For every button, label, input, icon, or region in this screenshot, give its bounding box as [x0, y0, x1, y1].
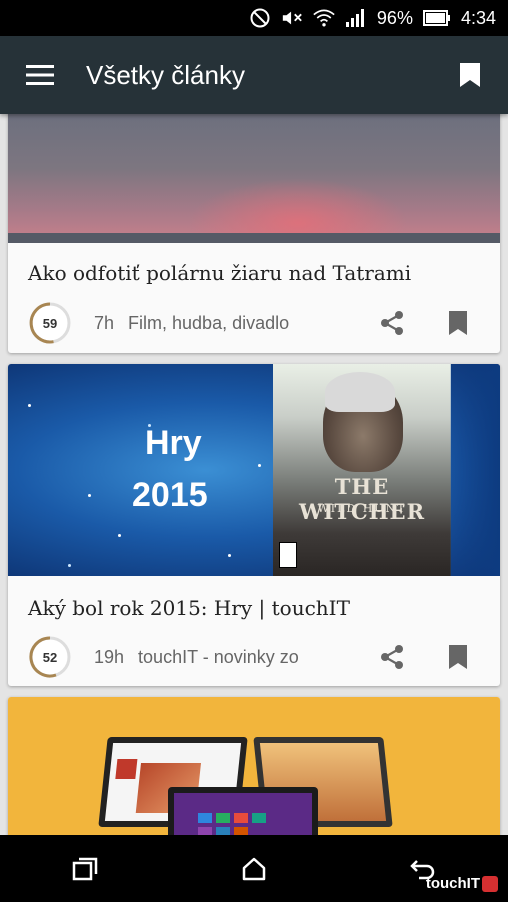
- article-image: [8, 114, 500, 243]
- home-button[interactable]: [224, 844, 284, 894]
- page-title: Všetky články: [86, 59, 245, 90]
- bookmark-icon: [449, 311, 467, 335]
- wifi-icon: [313, 7, 335, 29]
- watermark-logo-icon: [482, 875, 498, 892]
- mute-icon: [281, 7, 303, 29]
- bookmark-button[interactable]: [436, 301, 480, 345]
- image-text-2015: 2015: [132, 476, 208, 514]
- article-time: 19h: [94, 646, 125, 667]
- rating-badge-icon: [279, 542, 297, 568]
- hamburger-menu-icon: [26, 65, 54, 85]
- battery-percent: 96%: [376, 7, 413, 28]
- cover-subtitle: WILD HUNT: [317, 502, 407, 515]
- bookmark-button[interactable]: [436, 635, 480, 679]
- system-nav-bar: touchIT: [0, 835, 508, 902]
- share-icon: [381, 311, 403, 335]
- score-badge: 52: [28, 635, 72, 679]
- recent-apps-button[interactable]: [55, 844, 115, 894]
- status-bar: 96% 4:34: [0, 0, 508, 36]
- image-text-hry: Hry: [145, 424, 202, 462]
- article-image: [8, 697, 500, 835]
- article-title[interactable]: Ako odfotiť polárnu žiaru nad Tatrami: [8, 261, 500, 285]
- article-time: 7h: [94, 312, 115, 333]
- article-feed[interactable]: Ako odfotiť polárnu žiaru nad Tatrami 59…: [0, 114, 508, 835]
- battery-icon: [422, 7, 451, 29]
- game-cover-image: THE WITCHER WILD HUNT: [273, 364, 451, 576]
- touchit-watermark: touchIT: [426, 875, 498, 892]
- article-source: Film, hudba, divadlo: [128, 312, 290, 333]
- share-button[interactable]: [370, 301, 414, 345]
- bookmark-icon: [449, 645, 467, 669]
- share-icon: [381, 645, 403, 669]
- menu-button[interactable]: [0, 36, 80, 114]
- article-image: Hry 2015 THE WITCHER WILD HUNT: [8, 364, 500, 576]
- clock: 4:34: [460, 7, 496, 28]
- article-title[interactable]: Aký bol rok 2015: Hry | touchIT: [8, 596, 500, 620]
- score-badge: 59: [28, 301, 72, 345]
- article-meta: 52 19h touchIT - novinky zo: [8, 635, 500, 679]
- signal-icon: [345, 7, 367, 29]
- recent-apps-icon: [72, 857, 97, 880]
- bookmarks-button[interactable]: [432, 36, 508, 114]
- article-card[interactable]: Ako odfotiť polárnu žiaru nad Tatrami 59…: [8, 114, 500, 353]
- bookmark-icon: [460, 63, 480, 87]
- article-meta: 59 7h Film, hudba, divadlo: [8, 301, 500, 345]
- app-bar: Všetky články: [0, 36, 508, 114]
- cover-title: THE WITCHER: [298, 474, 426, 524]
- article-source: touchIT - novinky zo: [138, 646, 299, 667]
- share-button[interactable]: [370, 635, 414, 679]
- home-icon: [242, 857, 266, 880]
- article-card[interactable]: Hry 2015 THE WITCHER WILD HUNT Aký bol r…: [8, 364, 500, 686]
- do-not-disturb-icon: [249, 7, 271, 29]
- article-card[interactable]: [8, 697, 500, 835]
